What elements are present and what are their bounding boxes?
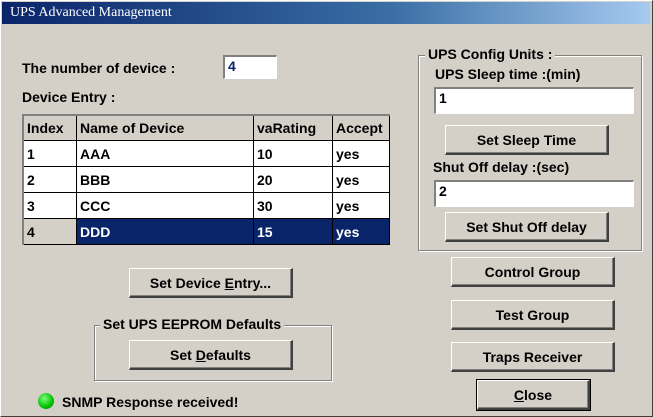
set-defaults-prefix: Set: [170, 346, 196, 363]
table-row-selected[interactable]: 4 DDD 15 yes: [22, 218, 390, 245]
test-group-button[interactable]: Test Group: [451, 300, 615, 330]
table-row[interactable]: 2 BBB 20 yes: [22, 166, 390, 193]
set-defaults-button[interactable]: Set Defaults: [129, 340, 293, 370]
cell-varating[interactable]: 10: [253, 140, 333, 167]
column-header-varating[interactable]: vaRating: [253, 114, 333, 141]
device-count-label: The number of device :: [22, 60, 176, 76]
config-units-legend: UPS Config Units :: [425, 46, 556, 62]
device-entry-table[interactable]: Index Name of Device vaRating Accept 1 A…: [22, 114, 390, 245]
set-defaults-suffix: efaults: [205, 346, 251, 363]
cell-name[interactable]: AAA: [76, 140, 254, 167]
close-suffix: lose: [524, 386, 553, 403]
column-header-index[interactable]: Index: [22, 114, 77, 141]
traps-receiver-button[interactable]: Traps Receiver: [451, 342, 615, 372]
cell-accept[interactable]: yes: [332, 140, 390, 167]
set-device-entry-suffix: ntry...: [233, 274, 272, 291]
sleep-time-label: UPS Sleep time :(min): [435, 66, 581, 82]
status-text: SNMP Response received!: [62, 394, 239, 410]
column-header-accept[interactable]: Accept: [332, 114, 390, 141]
cell-index[interactable]: 1: [22, 140, 77, 167]
window-title: UPS Advanced Management: [10, 5, 172, 20]
set-shutoff-delay-button[interactable]: Set Shut Off delay: [445, 212, 609, 242]
table-row[interactable]: 1 AAA 10 yes: [22, 140, 390, 167]
cell-name[interactable]: DDD: [76, 218, 254, 245]
cell-name[interactable]: BBB: [76, 166, 254, 193]
eeprom-defaults-legend: Set UPS EEPROM Defaults: [100, 316, 285, 332]
cell-accept[interactable]: yes: [332, 218, 390, 245]
cell-index[interactable]: 4: [22, 218, 77, 245]
status-led-icon: [38, 393, 54, 409]
cell-index[interactable]: 3: [22, 192, 77, 219]
control-group-button[interactable]: Control Group: [451, 257, 615, 287]
set-device-entry-prefix: Set Device: [149, 274, 225, 291]
set-defaults-mnemonic: D: [195, 346, 206, 363]
shutoff-delay-label: Shut Off delay :(sec): [433, 159, 570, 175]
cell-varating[interactable]: 30: [253, 192, 333, 219]
device-entry-label: Device Entry :: [22, 89, 116, 105]
shutoff-delay-input[interactable]: 2: [434, 180, 634, 207]
table-header-row: Index Name of Device vaRating Accept: [22, 114, 390, 141]
cell-varating[interactable]: 20: [253, 166, 333, 193]
column-header-name[interactable]: Name of Device: [76, 114, 254, 141]
sleep-time-input[interactable]: 1: [434, 87, 634, 114]
close-button[interactable]: Close: [476, 379, 591, 411]
set-sleep-time-button[interactable]: Set Sleep Time: [445, 125, 609, 155]
close-mnemonic: C: [513, 386, 525, 403]
cell-varating[interactable]: 15: [253, 218, 333, 245]
cell-accept[interactable]: yes: [332, 166, 390, 193]
set-device-entry-button[interactable]: Set Device Entry...: [129, 268, 293, 298]
cell-name[interactable]: CCC: [76, 192, 254, 219]
set-device-entry-mnemonic: E: [224, 274, 234, 291]
title-bar[interactable]: UPS Advanced Management: [2, 2, 650, 24]
cell-index[interactable]: 2: [22, 166, 77, 193]
device-count-input[interactable]: 4: [223, 55, 277, 79]
table-row[interactable]: 3 CCC 30 yes: [22, 192, 390, 219]
cell-accept[interactable]: yes: [332, 192, 390, 219]
